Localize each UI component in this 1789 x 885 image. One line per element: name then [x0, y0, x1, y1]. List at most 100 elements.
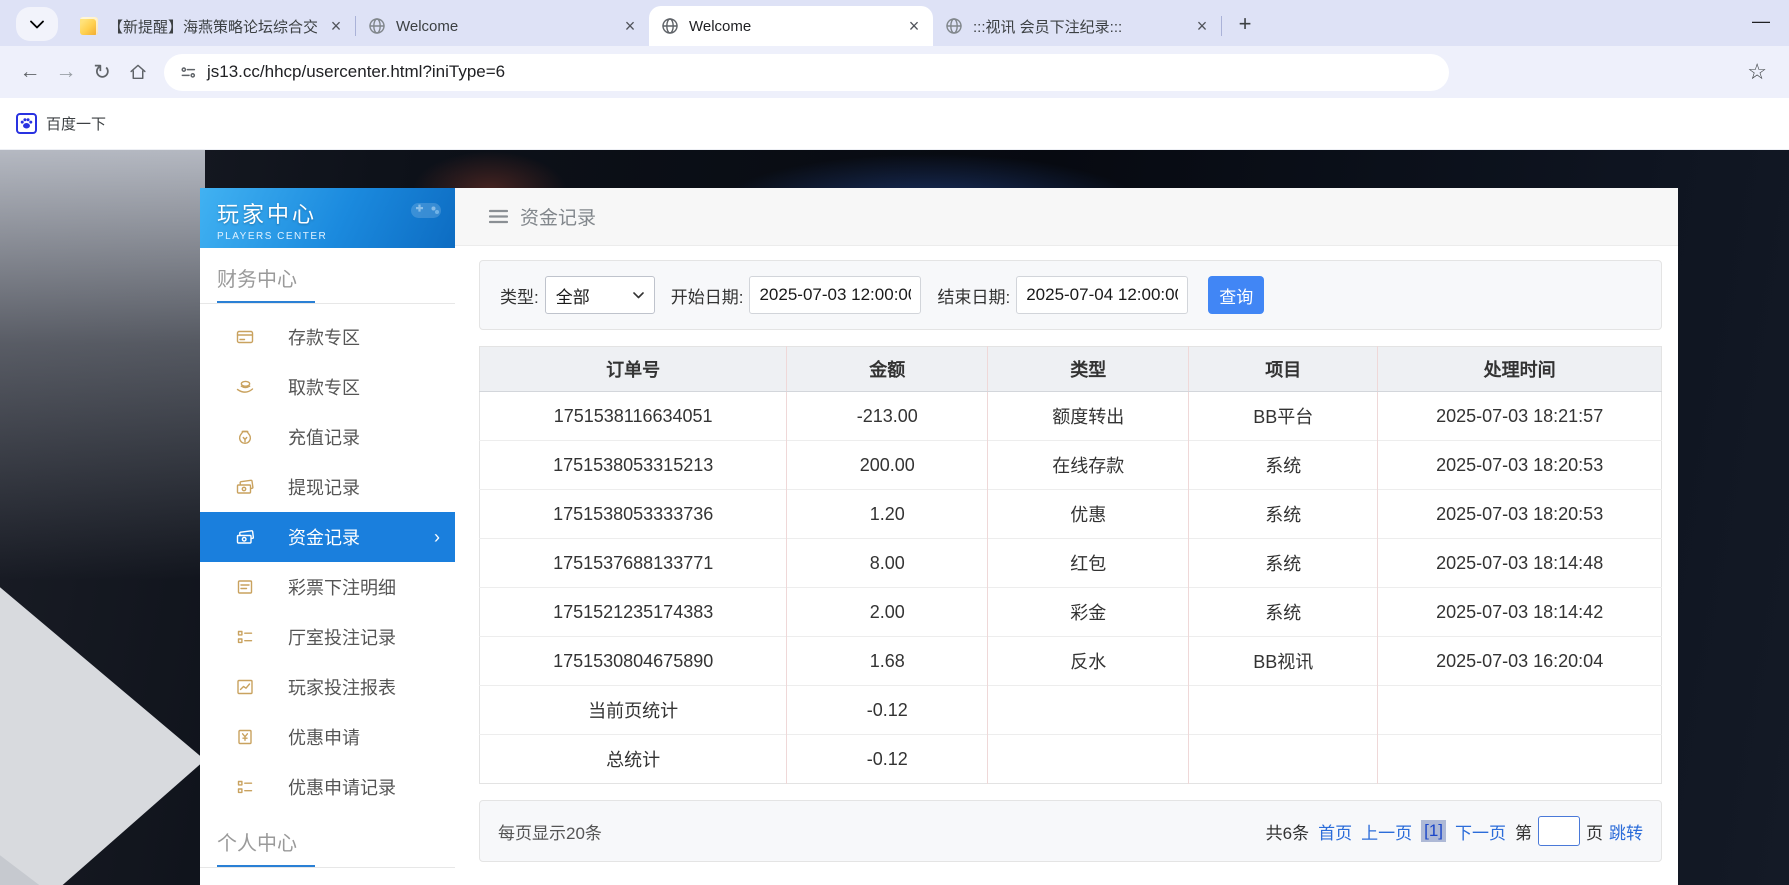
chevron-down-icon	[30, 20, 44, 29]
main-header: 资金记录	[455, 188, 1678, 246]
empty-cell	[1378, 686, 1662, 735]
column-header: 处理时间	[1378, 347, 1662, 392]
browser-window: 【新提醒】海燕策略论坛综合交 × Welcome × Welcome × :::…	[0, 0, 1789, 150]
sidebar-item-label: 资金记录	[288, 524, 360, 550]
prev-page-link[interactable]: 上一页	[1361, 819, 1412, 844]
section-personal-label: 个人中心	[200, 812, 455, 865]
time-cell: 2025-07-03 18:14:42	[1378, 588, 1662, 637]
close-icon[interactable]: ×	[619, 15, 641, 37]
close-icon[interactable]: ×	[1191, 15, 1213, 37]
order-id-cell: 1751530804675890	[480, 637, 787, 686]
main-panel: 资金记录 类型: 全部 开始日期: 结束日期: 查询 订单号	[455, 188, 1678, 885]
background-triangle	[0, 580, 205, 885]
url-bar[interactable]: js13.cc/hhcp/usercenter.html?iniType=6	[164, 54, 1449, 91]
close-icon[interactable]: ×	[903, 15, 925, 37]
back-button[interactable]: ←	[12, 54, 48, 90]
hand-coins-icon	[235, 377, 255, 397]
close-icon[interactable]: ×	[325, 15, 347, 37]
bookmark-baidu[interactable]: 百度一下	[16, 113, 106, 134]
summary-label-cell: 总统计	[480, 735, 787, 784]
bookmarks-bar: 百度一下	[0, 98, 1789, 150]
banknotes-icon	[235, 527, 255, 547]
tab-welcome-2-active[interactable]: Welcome ×	[649, 6, 933, 46]
tab-title: Welcome	[396, 18, 611, 35]
sidebar-item-hall-bet-record[interactable]: 厅室投注记录	[200, 612, 455, 662]
type-cell: 彩金	[988, 588, 1189, 637]
amount-cell: -0.12	[787, 735, 988, 784]
player-center-panel: 玩家中心 PLAYERS CENTER 财务中心 存款专区 取款专区	[200, 188, 1678, 885]
funds-table-wrap: 订单号 金额 类型 项目 处理时间 1751538116634051 -213.…	[479, 346, 1662, 784]
order-id-cell: 1751538053315213	[480, 441, 787, 490]
order-id-cell: 1751538116634051	[480, 392, 787, 441]
order-id-cell: 1751521235174383	[480, 588, 787, 637]
home-icon	[128, 62, 148, 82]
bookmark-star-icon[interactable]: ☆	[1747, 59, 1767, 85]
tab-title: :::视讯 会员下注纪录:::	[973, 16, 1183, 37]
new-tab-button[interactable]: +	[1230, 10, 1260, 40]
type-label: 类型:	[500, 283, 539, 308]
sidebar-item-withdrawal-record[interactable]: 提现记录	[200, 462, 455, 512]
sidebar-item-label: 取款专区	[288, 374, 360, 400]
sidebar-item-promo-apply[interactable]: 优惠申请	[200, 712, 455, 762]
section-finance-label: 财务中心	[200, 248, 455, 301]
project-cell: 系统	[1189, 441, 1378, 490]
project-cell: BB视讯	[1189, 637, 1378, 686]
sidebar-item-withdraw-zone[interactable]: 取款专区	[200, 362, 455, 412]
time-cell: 2025-07-03 16:20:04	[1378, 637, 1662, 686]
page-summary-row: 当前页统计 -0.12	[480, 686, 1662, 735]
list-icon	[235, 777, 255, 797]
globe-icon	[661, 17, 679, 35]
total-summary-row: 总统计 -0.12	[480, 735, 1662, 784]
sidebar-item-label: 充值记录	[288, 424, 360, 450]
reload-button[interactable]: ↻	[84, 54, 120, 90]
sidebar-item-recharge-record[interactable]: 充值记录	[200, 412, 455, 462]
home-button[interactable]	[120, 54, 156, 90]
sidebar-item-label: 优惠申请记录	[288, 774, 396, 800]
empty-cell	[1189, 686, 1378, 735]
start-date-input[interactable]	[749, 276, 921, 314]
amount-cell: -0.12	[787, 686, 988, 735]
page-background: 玩家中心 PLAYERS CENTER 财务中心 存款专区 取款专区	[0, 150, 1789, 885]
sidebar-item-promo-apply-record[interactable]: 优惠申请记录	[200, 762, 455, 812]
forward-button[interactable]: →	[48, 54, 84, 90]
total-count-text: 共6条	[1266, 819, 1309, 844]
amount-cell: 200.00	[787, 441, 988, 490]
jump-go-link[interactable]: 跳转	[1609, 819, 1643, 844]
site-info-icon[interactable]	[180, 64, 197, 81]
next-page-link[interactable]: 下一页	[1455, 819, 1506, 844]
tab-video-records[interactable]: :::视讯 会员下注纪录::: ×	[933, 6, 1221, 46]
table-row: 1751530804675890 1.68 反水 BB视讯 2025-07-03…	[480, 637, 1662, 686]
jump-page-input[interactable]	[1538, 816, 1580, 846]
sidebar-item-label: 优惠申请	[288, 724, 360, 750]
type-cell: 额度转出	[988, 392, 1189, 441]
hamburger-icon	[489, 209, 508, 224]
end-date-label: 结束日期:	[937, 283, 1010, 308]
amount-cell: 2.00	[787, 588, 988, 637]
tab-forum[interactable]: 【新提醒】海燕策略论坛综合交 ×	[68, 6, 355, 46]
type-select[interactable]: 全部	[545, 276, 655, 314]
minimize-button[interactable]: —	[1747, 8, 1775, 36]
empty-cell	[988, 735, 1189, 784]
tab-search-button[interactable]	[16, 7, 58, 41]
page-title: 资金记录	[520, 203, 596, 230]
search-button[interactable]: 查询	[1208, 276, 1264, 314]
order-id-cell: 1751538053333736	[480, 490, 787, 539]
sidebar-item-label: 玩家投注报表	[288, 674, 396, 700]
sidebar-item-label: 存款专区	[288, 324, 360, 350]
project-cell: 系统	[1189, 490, 1378, 539]
sidebar-item-funds-record[interactable]: 资金记录 ›	[200, 512, 455, 562]
sidebar-item-deposit-zone[interactable]: 存款专区	[200, 312, 455, 362]
end-date-input[interactable]	[1016, 276, 1188, 314]
time-cell: 2025-07-03 18:14:48	[1378, 539, 1662, 588]
table-row: 1751521235174383 2.00 彩金 系统 2025-07-03 1…	[480, 588, 1662, 637]
tab-welcome-1[interactable]: Welcome ×	[356, 6, 649, 46]
baidu-paw-icon	[16, 113, 37, 134]
table-row: 1751538116634051 -213.00 额度转出 BB平台 2025-…	[480, 392, 1662, 441]
sidebar-item-lottery-bet-detail[interactable]: 彩票下注明细	[200, 562, 455, 612]
sidebar-item-player-bet-report[interactable]: 玩家投注报表	[200, 662, 455, 712]
sidebar-header: 玩家中心 PLAYERS CENTER	[200, 188, 455, 248]
yellow-document-icon	[80, 17, 98, 35]
table-header-row: 订单号 金额 类型 项目 处理时间	[480, 347, 1662, 392]
jump-prefix: 第	[1515, 819, 1532, 844]
first-page-link[interactable]: 首页	[1318, 819, 1352, 844]
